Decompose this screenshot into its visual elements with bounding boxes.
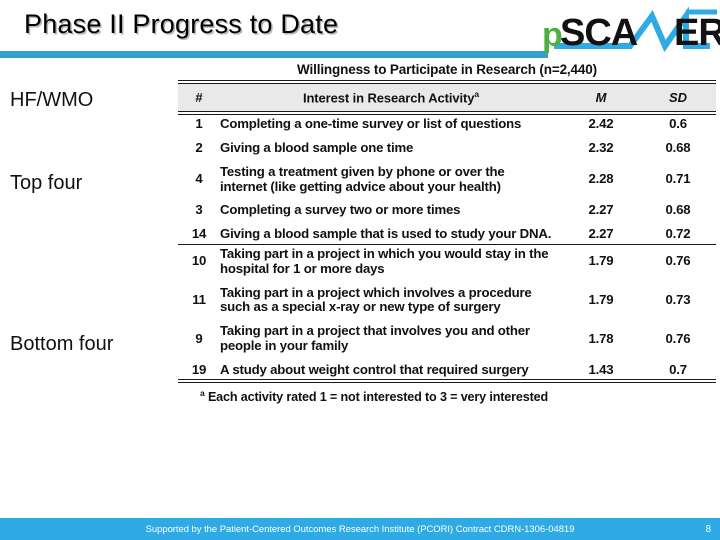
- column-header-activity-label: Interest in Research Activity: [302, 90, 475, 106]
- cell-number: 19: [191, 361, 207, 377]
- table-row: 4 Testing a treatment given by phone or o…: [178, 163, 716, 197]
- cell-sd: 0.71: [665, 171, 691, 187]
- table-header-row: # Interest in Research Activitya M SD: [178, 84, 716, 112]
- cell-sd: 0.7: [669, 361, 687, 377]
- cell-activity: Taking part in a project in which you wo…: [220, 246, 549, 276]
- column-header-sd: SD: [668, 89, 688, 105]
- cell-mean: 2.27: [588, 226, 614, 242]
- bottom-rows-body: 10 Taking part in a project in which you …: [178, 245, 716, 379]
- cell-number: 3: [195, 202, 203, 218]
- cell-mean: 2.42: [588, 116, 614, 132]
- cell-activity: Giving a blood sample one time: [220, 140, 414, 156]
- footer-funding-text: Supported by the Patient-Centered Outcom…: [145, 523, 575, 535]
- cell-mean: 1.43: [588, 361, 614, 377]
- page-title: Phase II Progress to Date: [24, 9, 339, 39]
- cell-number: 9: [195, 330, 203, 346]
- table-footnote-text: Each activity rated 1 = not interested t…: [207, 390, 549, 405]
- cell-activity: Completing a survey two or more times: [220, 202, 461, 218]
- cell-mean: 1.78: [588, 330, 614, 346]
- table-row: 11 Taking part in a project which involve…: [178, 284, 716, 318]
- willingness-table-block: Willingness to Participate in Research (…: [178, 62, 716, 405]
- column-header-mean: M: [595, 89, 607, 105]
- table-row: 14 Giving a blood sample that is used to …: [178, 225, 716, 244]
- cell-sd: 0.6: [669, 116, 687, 132]
- table-caption: Willingness to Participate in Research (…: [297, 62, 597, 77]
- slide-page-number: 8: [705, 523, 711, 535]
- cell-sd: 0.73: [665, 291, 691, 307]
- cell-activity: Completing a one-time survey or list of …: [220, 116, 522, 132]
- willingness-table: # Interest in Research Activitya M SD: [178, 84, 716, 112]
- table-header: # Interest in Research Activitya M SD: [178, 84, 716, 112]
- pscanner-logo: p SCA ER: [534, 2, 720, 54]
- table-body-bottom-group: 10 Taking part in a project in which you …: [178, 245, 716, 379]
- cell-sd: 0.76: [665, 253, 691, 269]
- cell-activity: Taking part in a project that involves y…: [220, 323, 530, 353]
- cell-number: 11: [192, 291, 206, 307]
- cell-sd: 0.68: [665, 140, 691, 156]
- slide-footer: Supported by the Patient-Centered Outcom…: [0, 518, 720, 540]
- table-row: 1 Completing a one-time survey or list of…: [178, 115, 716, 134]
- column-header-activity: Interest in Research Activitya: [220, 84, 562, 111]
- cell-number: 14: [191, 226, 207, 242]
- column-header-number: #: [195, 89, 203, 105]
- table-row: 10 Taking part in a project in which you …: [178, 245, 716, 279]
- column-header-activity-superscript: a: [474, 89, 480, 99]
- table-row: 9 Taking part in a project that involves …: [178, 322, 716, 356]
- table-row: 2 Giving a blood sample one time 2.32 0.68: [178, 139, 716, 158]
- table-row: 3 Completing a survey two or more times 2.…: [178, 201, 716, 220]
- cell-number: 10: [191, 253, 207, 269]
- top-rows-body: 1 Completing a one-time survey or list of…: [178, 115, 716, 244]
- cell-activity: Giving a blood sample that is used to st…: [220, 226, 552, 242]
- cell-sd: 0.76: [665, 330, 691, 346]
- cell-number: 2: [195, 140, 203, 156]
- cell-sd: 0.68: [665, 202, 691, 218]
- logo-letters-er: ER: [674, 12, 720, 54]
- label-top-four: Top four: [10, 172, 83, 194]
- table-footnote-superscript: a: [200, 388, 205, 399]
- table-row: 19 A study about weight control that requ…: [178, 361, 716, 380]
- label-hfwmo: HF/WMO: [10, 89, 94, 111]
- table-footnote: a Each activity rated 1 = not interested…: [178, 383, 716, 404]
- cell-mean: 2.27: [588, 202, 614, 218]
- pscanner-logo-icon: p SCA ER: [542, 6, 720, 54]
- slide-header: Phase II Progress to Date p SCA ER: [0, 0, 720, 58]
- cell-mean: 2.32: [588, 140, 614, 156]
- label-bottom-four: Bottom four: [10, 333, 114, 355]
- cell-mean: 1.79: [588, 253, 614, 269]
- logo-letters-sca: SCA: [560, 12, 638, 54]
- cell-mean: 1.79: [588, 291, 614, 307]
- cell-activity: Testing a treatment given by phone or ov…: [220, 163, 505, 194]
- cell-activity: Taking part in a project which involves …: [220, 284, 532, 315]
- table-body-top-group: 1 Completing a one-time survey or list of…: [178, 115, 716, 244]
- cell-number: 4: [195, 171, 203, 187]
- header-divider-rule: [0, 51, 548, 58]
- cell-number: 1: [195, 116, 203, 132]
- cell-mean: 2.28: [588, 171, 614, 187]
- cell-activity: A study about weight control that requir…: [220, 361, 529, 377]
- cell-sd: 0.72: [665, 226, 691, 242]
